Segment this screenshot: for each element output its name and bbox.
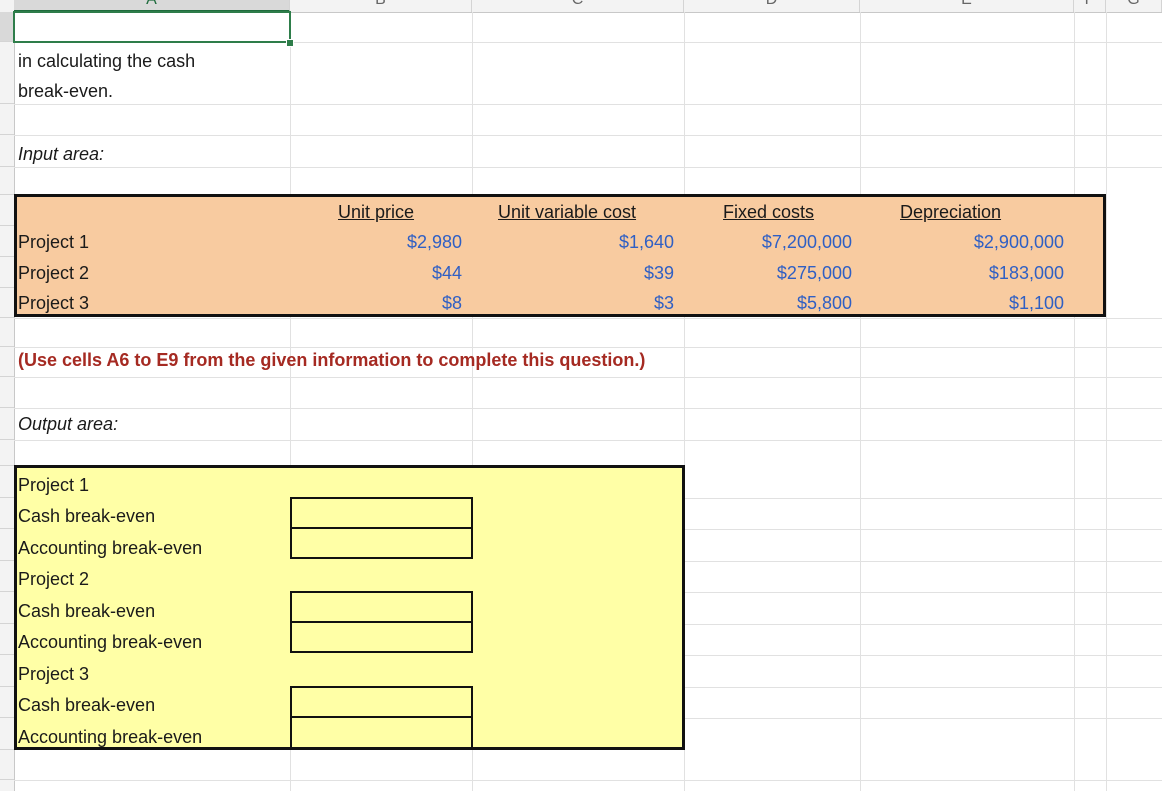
input-project-3-unit-variable-cost[interactable]: $3 <box>472 292 674 314</box>
input-project-3-unit-price[interactable]: $8 <box>290 292 462 314</box>
gridline <box>1106 12 1107 791</box>
input-project-2-depreciation[interactable]: $183,000 <box>860 262 1064 284</box>
row-header[interactable] <box>0 377 14 408</box>
project-1-accounting-break-even-input[interactable] <box>290 527 473 559</box>
input-project-1-unit-price[interactable]: $2,980 <box>290 231 462 253</box>
input-row-label-project-3: Project 3 <box>18 293 90 313</box>
row-header[interactable] <box>0 718 14 750</box>
column-header-g[interactable]: G <box>1106 0 1162 12</box>
row-header[interactable] <box>0 226 14 257</box>
intro-text-line-1: in calculating the cash <box>18 51 196 71</box>
input-project-2-unit-variable-cost[interactable]: $39 <box>472 262 674 284</box>
gridline <box>14 104 1162 105</box>
gridline <box>14 377 1162 378</box>
output-area-label: Output area: <box>18 414 119 434</box>
row-header[interactable] <box>0 750 14 780</box>
header-fixed-costs: Fixed costs <box>723 202 815 222</box>
input-project-1-fixed-costs[interactable]: $7,200,000 <box>684 231 852 253</box>
gridline <box>860 12 861 791</box>
row-header-bar <box>0 12 15 791</box>
input-area-label: Input area: <box>18 144 105 164</box>
column-header-c[interactable]: C <box>472 0 684 12</box>
row-header[interactable] <box>0 687 14 718</box>
output-label-project-1: Project 1 <box>18 475 90 495</box>
output-label-accounting-break-even: Accounting break-even <box>18 538 203 558</box>
row-header[interactable] <box>0 624 14 655</box>
input-project-1-unit-variable-cost[interactable]: $1,640 <box>472 231 674 253</box>
gridline <box>14 408 1162 409</box>
output-label-cash-break-even: Cash break-even <box>18 695 156 715</box>
intro-text-line-2: break-even. <box>18 81 114 101</box>
row-header[interactable] <box>0 12 14 42</box>
row-header[interactable] <box>0 408 14 440</box>
input-project-1-depreciation[interactable]: $2,900,000 <box>860 231 1064 253</box>
selected-cell-a1[interactable] <box>13 11 291 43</box>
gridline <box>1074 12 1075 791</box>
project-3-accounting-break-even-input[interactable] <box>290 716 473 750</box>
row-header[interactable] <box>0 195 14 226</box>
output-label-project-2: Project 2 <box>18 569 90 589</box>
row-header[interactable] <box>0 104 14 135</box>
project-1-cash-break-even-input[interactable] <box>290 497 473 529</box>
row-header[interactable] <box>0 592 14 624</box>
row-header[interactable] <box>0 466 14 498</box>
row-header[interactable] <box>0 440 14 466</box>
row-header[interactable] <box>0 135 14 167</box>
output-label-accounting-break-even: Accounting break-even <box>18 727 203 747</box>
gridline <box>14 135 1162 136</box>
row-header[interactable] <box>0 42 14 104</box>
gridline <box>14 347 1162 348</box>
row-header[interactable] <box>0 288 14 318</box>
input-project-2-fixed-costs[interactable]: $275,000 <box>684 262 852 284</box>
row-header[interactable] <box>0 347 14 377</box>
row-header[interactable] <box>0 529 14 561</box>
column-header-f[interactable]: F <box>1074 0 1106 12</box>
row-header[interactable] <box>0 561 14 592</box>
project-2-accounting-break-even-input[interactable] <box>290 621 473 653</box>
fill-handle[interactable] <box>286 39 294 47</box>
project-3-cash-break-even-input[interactable] <box>290 686 473 718</box>
header-unit-variable-cost: Unit variable cost <box>498 202 637 222</box>
column-header-e[interactable]: E <box>860 0 1074 12</box>
row-header[interactable] <box>0 655 14 687</box>
gridline <box>14 780 1162 781</box>
row-header[interactable] <box>0 318 14 347</box>
column-header-b[interactable]: B <box>290 0 472 12</box>
header-unit-price: Unit price <box>338 202 415 222</box>
gridline <box>14 167 1162 168</box>
input-project-2-unit-price[interactable]: $44 <box>290 262 462 284</box>
row-header[interactable] <box>0 498 14 529</box>
instruction-note: (Use cells A6 to E9 from the given infor… <box>18 350 646 370</box>
gridline <box>14 318 1162 319</box>
column-header-d[interactable]: D <box>684 0 860 12</box>
gridline <box>14 440 1162 441</box>
input-project-3-depreciation[interactable]: $1,100 <box>860 292 1064 314</box>
output-label-cash-break-even: Cash break-even <box>18 506 156 526</box>
row-header[interactable] <box>0 257 14 288</box>
header-depreciation: Depreciation <box>900 202 1002 222</box>
input-project-3-fixed-costs[interactable]: $5,800 <box>684 292 852 314</box>
project-2-cash-break-even-input[interactable] <box>290 591 473 623</box>
input-row-label-project-1: Project 1 <box>18 232 90 252</box>
row-header[interactable] <box>0 167 14 195</box>
output-label-project-3: Project 3 <box>18 664 90 684</box>
output-label-cash-break-even: Cash break-even <box>18 601 156 621</box>
output-label-accounting-break-even: Accounting break-even <box>18 632 203 652</box>
input-row-label-project-2: Project 2 <box>18 263 90 283</box>
